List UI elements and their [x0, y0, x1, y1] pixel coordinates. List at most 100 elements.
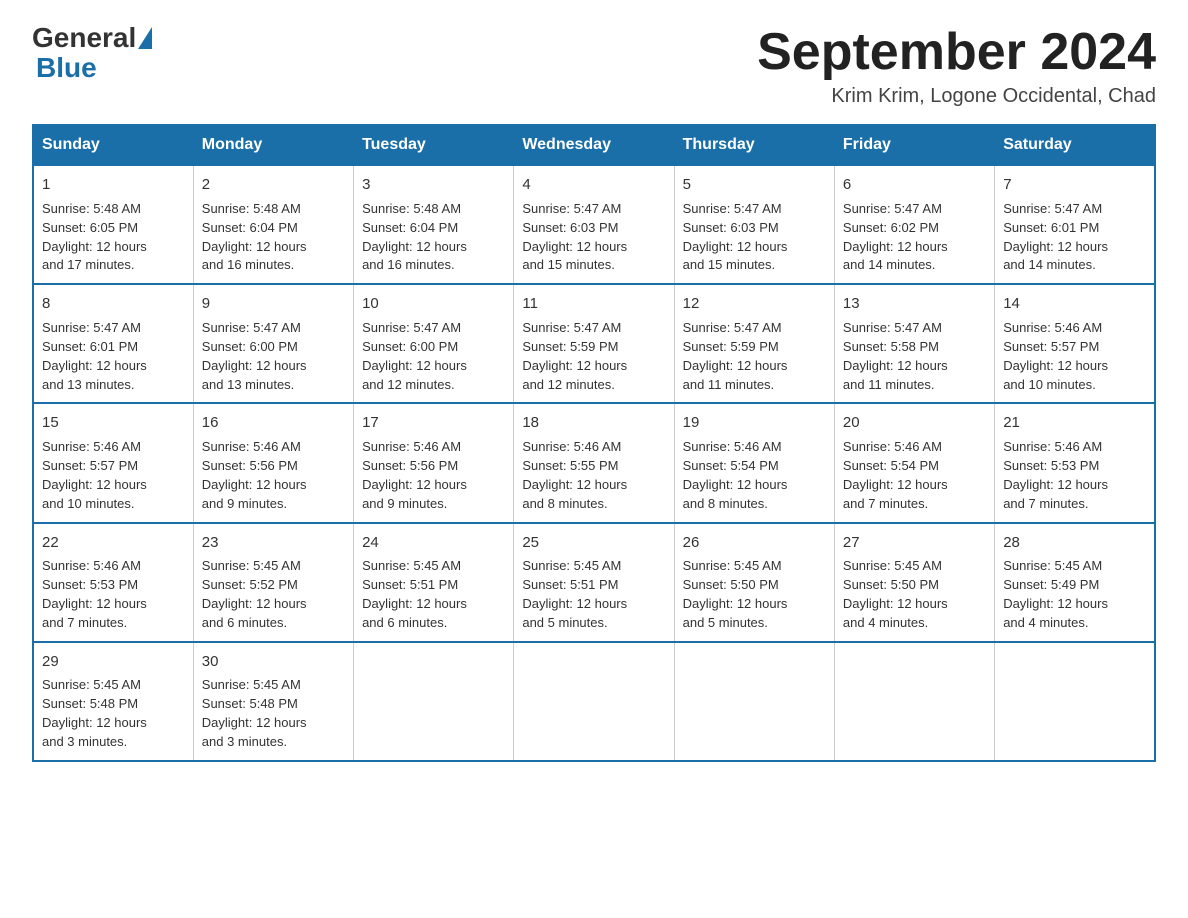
- calendar-day-cell: 29Sunrise: 5:45 AMSunset: 5:48 PMDayligh…: [33, 642, 193, 761]
- day-number: 11: [522, 293, 665, 315]
- calendar-day-cell: 8 Sunrise: 5:47 AMSunset: 6:01 PMDaylight…: [33, 284, 193, 403]
- day-info: Sunrise: 5:47 AMSunset: 6:03 PMDaylight:…: [522, 200, 665, 275]
- day-info: Sunrise: 5:46 AMSunset: 5:57 PMDaylight:…: [42, 438, 185, 513]
- day-number: 6: [843, 174, 986, 196]
- title-area: September 2024 Krim Krim, Logone Occiden…: [757, 24, 1156, 108]
- calendar-day-cell: 15 Sunrise: 5:46 AMSunset: 5:57 PMDayligh…: [33, 403, 193, 522]
- day-info: Sunrise: 5:46 AMSunset: 5:54 PMDaylight:…: [843, 438, 986, 513]
- location-subtitle: Krim Krim, Logone Occidental, Chad: [757, 85, 1156, 108]
- day-number: 1: [42, 174, 185, 196]
- calendar-header-saturday: Saturday: [995, 125, 1155, 165]
- day-number: 5: [683, 174, 826, 196]
- day-info: Sunrise: 5:48 AMSunset: 6:04 PMDaylight:…: [202, 200, 345, 275]
- calendar-day-cell: 19 Sunrise: 5:46 AMSunset: 5:54 PMDayligh…: [674, 403, 834, 522]
- day-number: 7: [1003, 174, 1146, 196]
- day-number: 19: [683, 412, 826, 434]
- day-info: Sunrise: 5:47 AMSunset: 6:03 PMDaylight:…: [683, 200, 826, 275]
- day-info: Sunrise: 5:46 AMSunset: 5:55 PMDaylight:…: [522, 438, 665, 513]
- day-info: Sunrise: 5:46 AMSunset: 5:57 PMDaylight:…: [1003, 319, 1146, 394]
- logo-general-text: General: [32, 24, 136, 52]
- day-number: 8: [42, 293, 185, 315]
- day-number: 25: [522, 532, 665, 554]
- calendar-day-cell: 25 Sunrise: 5:45 AMSunset: 5:51 PMDayligh…: [514, 523, 674, 642]
- day-number: 4: [522, 174, 665, 196]
- calendar-header-friday: Friday: [834, 125, 994, 165]
- calendar-day-cell: 30 Sunrise: 5:45 AMSunset: 5:48 PMDayligh…: [193, 642, 353, 761]
- day-number: 26: [683, 532, 826, 554]
- day-number: 24: [362, 532, 505, 554]
- day-info: Sunrise: 5:47 AMSunset: 6:00 PMDaylight:…: [362, 319, 505, 394]
- day-number: 13: [843, 293, 986, 315]
- day-number: 2: [202, 174, 345, 196]
- day-info: Sunrise: 5:45 AMSunset: 5:51 PMDaylight:…: [362, 557, 505, 632]
- day-number: 27: [843, 532, 986, 554]
- calendar-day-cell: 9 Sunrise: 5:47 AMSunset: 6:00 PMDaylight…: [193, 284, 353, 403]
- calendar-day-cell: 14 Sunrise: 5:46 AMSunset: 5:57 PMDayligh…: [995, 284, 1155, 403]
- calendar-day-cell: 27 Sunrise: 5:45 AMSunset: 5:50 PMDayligh…: [834, 523, 994, 642]
- day-info: Sunrise: 5:45 AMSunset: 5:52 PMDaylight:…: [202, 557, 345, 632]
- calendar-week-row: 22Sunrise: 5:46 AMSunset: 5:53 PMDayligh…: [33, 523, 1155, 642]
- day-info: Sunrise: 5:46 AMSunset: 5:56 PMDaylight:…: [202, 438, 345, 513]
- day-number: 16: [202, 412, 345, 434]
- day-info: Sunrise: 5:47 AMSunset: 6:02 PMDaylight:…: [843, 200, 986, 275]
- calendar-day-cell: 4 Sunrise: 5:47 AMSunset: 6:03 PMDaylight…: [514, 165, 674, 284]
- calendar-day-cell: 5 Sunrise: 5:47 AMSunset: 6:03 PMDaylight…: [674, 165, 834, 284]
- day-number: 12: [683, 293, 826, 315]
- calendar-day-cell: 16 Sunrise: 5:46 AMSunset: 5:56 PMDayligh…: [193, 403, 353, 522]
- calendar-header-monday: Monday: [193, 125, 353, 165]
- day-info: Sunrise: 5:47 AMSunset: 6:00 PMDaylight:…: [202, 319, 345, 394]
- day-info: Sunrise: 5:45 AMSunset: 5:49 PMDaylight:…: [1003, 557, 1146, 632]
- calendar-day-cell: 21 Sunrise: 5:46 AMSunset: 5:53 PMDayligh…: [995, 403, 1155, 522]
- calendar-header-thursday: Thursday: [674, 125, 834, 165]
- day-info: Sunrise: 5:48 AMSunset: 6:05 PMDaylight:…: [42, 200, 185, 275]
- day-info: Sunrise: 5:46 AMSunset: 5:54 PMDaylight:…: [683, 438, 826, 513]
- day-info: Sunrise: 5:45 AMSunset: 5:50 PMDaylight:…: [843, 557, 986, 632]
- calendar-day-cell: 17Sunrise: 5:46 AMSunset: 5:56 PMDayligh…: [354, 403, 514, 522]
- day-info: Sunrise: 5:46 AMSunset: 5:56 PMDaylight:…: [362, 438, 505, 513]
- calendar-body: 1 Sunrise: 5:48 AMSunset: 6:05 PMDaylight…: [33, 165, 1155, 761]
- day-number: 21: [1003, 412, 1146, 434]
- day-number: 9: [202, 293, 345, 315]
- calendar-day-cell: [354, 642, 514, 761]
- calendar-table: SundayMondayTuesdayWednesdayThursdayFrid…: [32, 124, 1156, 762]
- calendar-day-cell: [834, 642, 994, 761]
- day-number: 28: [1003, 532, 1146, 554]
- calendar-week-row: 1 Sunrise: 5:48 AMSunset: 6:05 PMDaylight…: [33, 165, 1155, 284]
- logo-triangle-icon: [138, 27, 152, 49]
- calendar-day-cell: [674, 642, 834, 761]
- calendar-day-cell: 20Sunrise: 5:46 AMSunset: 5:54 PMDayligh…: [834, 403, 994, 522]
- day-number: 3: [362, 174, 505, 196]
- day-number: 29: [42, 651, 185, 673]
- day-info: Sunrise: 5:45 AMSunset: 5:51 PMDaylight:…: [522, 557, 665, 632]
- calendar-day-cell: 28 Sunrise: 5:45 AMSunset: 5:49 PMDayligh…: [995, 523, 1155, 642]
- day-info: Sunrise: 5:47 AMSunset: 5:58 PMDaylight:…: [843, 319, 986, 394]
- calendar-day-cell: 13 Sunrise: 5:47 AMSunset: 5:58 PMDayligh…: [834, 284, 994, 403]
- calendar-day-cell: 23 Sunrise: 5:45 AMSunset: 5:52 PMDayligh…: [193, 523, 353, 642]
- page-header: General Blue September 2024 Krim Krim, L…: [32, 24, 1156, 108]
- day-info: Sunrise: 5:46 AMSunset: 5:53 PMDaylight:…: [42, 557, 185, 632]
- calendar-day-cell: 11 Sunrise: 5:47 AMSunset: 5:59 PMDayligh…: [514, 284, 674, 403]
- day-number: 10: [362, 293, 505, 315]
- calendar-day-cell: 18 Sunrise: 5:46 AMSunset: 5:55 PMDayligh…: [514, 403, 674, 522]
- day-number: 15: [42, 412, 185, 434]
- day-number: 23: [202, 532, 345, 554]
- calendar-day-cell: 3Sunrise: 5:48 AMSunset: 6:04 PMDaylight…: [354, 165, 514, 284]
- day-info: Sunrise: 5:47 AMSunset: 5:59 PMDaylight:…: [683, 319, 826, 394]
- calendar-week-row: 15 Sunrise: 5:46 AMSunset: 5:57 PMDayligh…: [33, 403, 1155, 522]
- day-number: 14: [1003, 293, 1146, 315]
- day-info: Sunrise: 5:47 AMSunset: 6:01 PMDaylight:…: [42, 319, 185, 394]
- month-year-title: September 2024: [757, 24, 1156, 81]
- logo: General Blue: [32, 24, 154, 84]
- calendar-day-cell: [995, 642, 1155, 761]
- day-info: Sunrise: 5:46 AMSunset: 5:53 PMDaylight:…: [1003, 438, 1146, 513]
- day-info: Sunrise: 5:45 AMSunset: 5:50 PMDaylight:…: [683, 557, 826, 632]
- calendar-header-wednesday: Wednesday: [514, 125, 674, 165]
- calendar-day-cell: 22Sunrise: 5:46 AMSunset: 5:53 PMDayligh…: [33, 523, 193, 642]
- day-info: Sunrise: 5:45 AMSunset: 5:48 PMDaylight:…: [202, 676, 345, 751]
- calendar-week-row: 29 Sunrise: 5:45 AMSunset: 5:48 PMDayligh…: [33, 642, 1155, 761]
- calendar-day-cell: 24 Sunrise: 5:45 AMSunset: 5:51 PMDayligh…: [354, 523, 514, 642]
- day-info: Sunrise: 5:47 AMSunset: 5:59 PMDaylight:…: [522, 319, 665, 394]
- calendar-header-row: SundayMondayTuesdayWednesdayThursdayFrid…: [33, 125, 1155, 165]
- day-number: 30: [202, 651, 345, 673]
- day-number: 18: [522, 412, 665, 434]
